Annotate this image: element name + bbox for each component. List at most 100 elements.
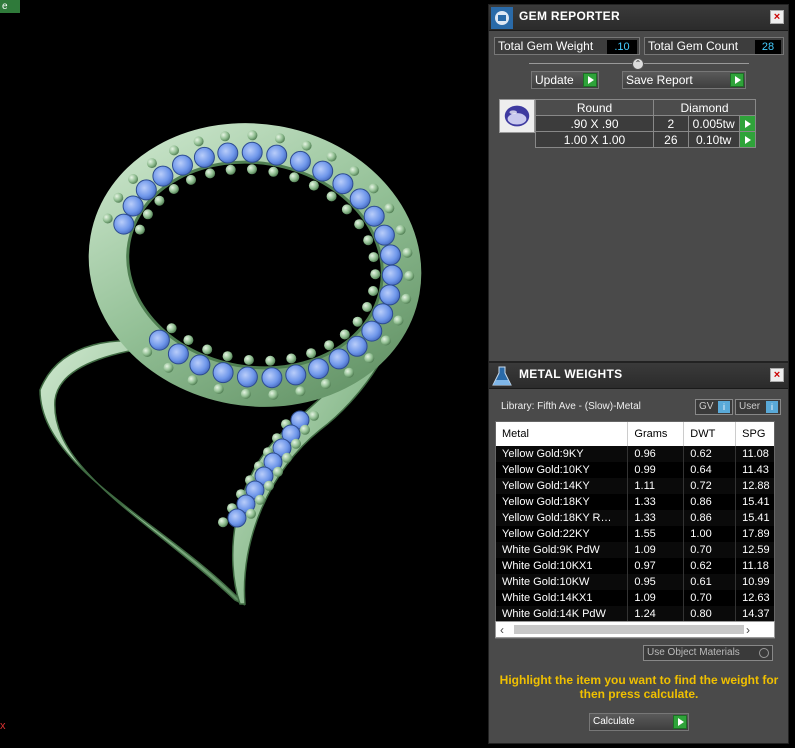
table-row[interactable]: White Gold:10KX1 0.97 0.62 11.18 (496, 558, 774, 574)
grams-cell: 0.96 (627, 446, 685, 462)
calculate-hint: Highlight the item you want to find the … (499, 673, 779, 701)
update-button[interactable]: Update (531, 71, 599, 89)
info-icon: i (718, 401, 730, 413)
metal-bead (363, 235, 374, 246)
metal-bead (395, 225, 406, 235)
info-icon: i (766, 401, 778, 413)
metal-bead (168, 184, 179, 194)
metal-bead (352, 316, 363, 327)
scroll-left-icon[interactable]: ‹ (500, 623, 504, 637)
dwt-cell: 0.72 (683, 478, 737, 494)
metal-name-cell: Yellow Gold:18KY R… (496, 510, 629, 526)
metal-bead (384, 203, 395, 214)
dwt-cell: 0.86 (683, 494, 737, 510)
metal-bead (291, 438, 301, 449)
gem-stone (349, 188, 371, 210)
metal-weights-title: METAL WEIGHTS (519, 367, 623, 381)
horizontal-scrollbar[interactable]: ‹ › (495, 621, 775, 638)
table-row[interactable]: Yellow Gold:9KY 0.96 0.62 11.08 (496, 446, 774, 462)
collapse-handle[interactable]: ⌃ (632, 58, 644, 70)
dwt-cell: 0.61 (683, 574, 737, 590)
table-row[interactable]: White Gold:14KX1 1.09 0.70 12.63 (496, 590, 774, 606)
metal-bead (300, 424, 310, 435)
gem-reporter-icon (491, 7, 513, 29)
axis-x-indicator: x (0, 720, 6, 732)
gem-type-header: Diamond (653, 99, 756, 116)
column-header-grams[interactable]: Grams (627, 422, 685, 446)
metal-bead (393, 315, 404, 326)
spg-cell: 15.41 (735, 494, 774, 510)
table-row[interactable]: 1.00 X 1.00 26 0.10tw (535, 131, 757, 148)
table-row[interactable]: Yellow Gold:14KY 1.11 0.72 12.88 (496, 478, 774, 494)
grams-cell: 1.33 (627, 494, 685, 510)
scroll-right-icon[interactable]: › (746, 623, 750, 637)
user-toggle-label: User (739, 401, 761, 412)
table-row[interactable]: White Gold:9K PdW 1.09 0.70 12.59 (496, 542, 774, 558)
close-icon[interactable]: × (770, 368, 784, 382)
table-row[interactable]: White Gold:14K PdW 1.24 0.80 14.37 (496, 606, 774, 622)
round-gem-icon[interactable] (499, 99, 535, 133)
column-header-dwt[interactable]: DWT (683, 422, 737, 446)
metal-name-cell: Yellow Gold:14KY (496, 478, 629, 494)
table-row[interactable]: .90 X .90 2 0.005tw (535, 115, 757, 132)
total-gem-count-label: Total Gem Count (648, 39, 739, 53)
metal-bead (320, 378, 331, 389)
metal-bead (128, 174, 139, 184)
dwt-cell: 0.62 (683, 558, 737, 574)
gem-summary-table: Round Diamond .90 X .90 2 0.005tw 1.00 X… (535, 99, 757, 148)
metal-bead (368, 183, 379, 194)
metal-name-cell: White Gold:9K PdW (496, 542, 629, 558)
3d-viewport[interactable]: e x (0, 0, 488, 748)
table-row[interactable]: Yellow Gold:18KY 1.33 0.86 15.41 (496, 494, 774, 510)
metal-bead (186, 174, 196, 185)
metal-bead (364, 353, 375, 364)
metal-name-cell: Yellow Gold:10KY (496, 462, 629, 478)
metal-bead (169, 145, 179, 156)
close-icon[interactable]: × (770, 10, 784, 24)
gv-toggle-label: GV (699, 401, 714, 412)
column-header-metal[interactable]: Metal (496, 422, 629, 446)
spg-cell: 11.43 (735, 462, 774, 478)
update-button-label: Update (535, 73, 574, 87)
gem-reporter-titlebar[interactable]: GEM REPORTER × (489, 5, 788, 31)
metal-bead (368, 286, 379, 296)
library-label: Library: Fifth Ave - (Slow)-Metal (501, 401, 641, 412)
metal-bead (220, 131, 230, 142)
metal-bead (222, 351, 233, 362)
user-toggle[interactable]: User i (735, 399, 781, 415)
metal-bead (255, 494, 265, 505)
table-row[interactable]: Yellow Gold:10KY 0.99 0.64 11.43 (496, 462, 774, 478)
gem-stone (289, 150, 311, 172)
metal-bead (213, 384, 224, 394)
play-icon (730, 73, 744, 87)
table-row[interactable]: Yellow Gold:22KY 1.55 1.00 17.89 (496, 526, 774, 542)
metal-bead (368, 252, 379, 263)
play-icon[interactable] (738, 131, 757, 148)
use-object-materials-label: Use Object Materials (647, 647, 740, 658)
gem-stone (241, 141, 263, 163)
metal-name-cell: White Gold:14KX1 (496, 590, 629, 606)
metal-bead (362, 302, 373, 312)
calculate-button[interactable]: Calculate (589, 713, 689, 731)
play-icon[interactable] (738, 115, 757, 132)
scrollbar-thumb[interactable] (514, 625, 744, 634)
gem-stone (346, 335, 368, 357)
save-report-button[interactable]: Save Report (622, 71, 746, 89)
metal-weights-titlebar[interactable]: METAL WEIGHTS × (489, 363, 788, 389)
gem-stone (379, 284, 401, 306)
metal-weights-table[interactable]: Metal Grams DWT SPG Yellow Gold:9KY 0.96 0… (495, 421, 775, 639)
gem-stone (361, 320, 383, 342)
spg-cell: 11.08 (735, 446, 774, 462)
metal-bead (274, 133, 285, 144)
gem-reporter-panel: GEM REPORTER × Total Gem Weight .10 Tota… (488, 4, 789, 362)
metal-bead (301, 140, 312, 151)
gem-stone (308, 358, 329, 380)
gem-stone (266, 144, 288, 166)
table-row[interactable]: White Gold:10KW 0.95 0.61 10.99 (496, 574, 774, 590)
use-object-materials-toggle[interactable]: Use Object Materials (643, 645, 773, 661)
grams-cell: 0.97 (627, 558, 685, 574)
spg-cell: 12.59 (735, 542, 774, 558)
column-header-spg[interactable]: SPG (735, 422, 774, 446)
gv-toggle[interactable]: GV i (695, 399, 733, 415)
table-row[interactable]: Yellow Gold:18KY R… 1.33 0.86 15.41 (496, 510, 774, 526)
